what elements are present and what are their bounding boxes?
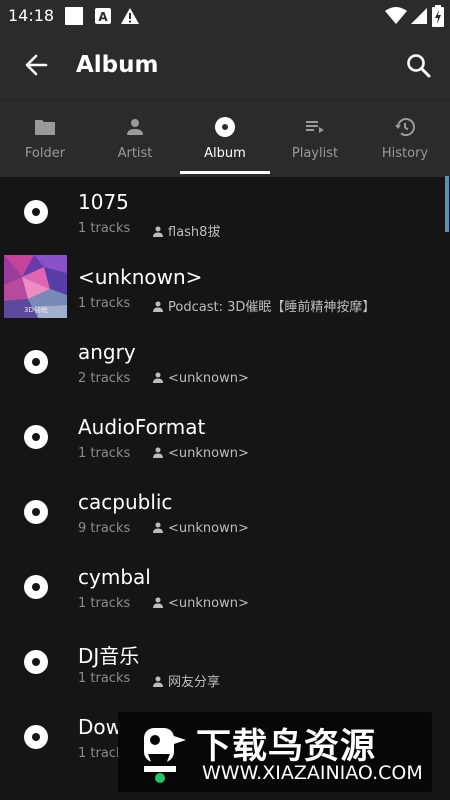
tab-label: Folder bbox=[24, 146, 66, 161]
search-icon bbox=[407, 54, 431, 78]
svg-text:A: A bbox=[98, 10, 108, 24]
album-artist: <unknown> bbox=[153, 596, 249, 611]
tab-label: Album bbox=[204, 146, 246, 161]
search-button[interactable] bbox=[398, 46, 440, 86]
person-icon bbox=[153, 372, 163, 383]
bird-logo-icon bbox=[144, 728, 186, 783]
tab-artist[interactable]: Artist bbox=[90, 101, 180, 177]
album-row[interactable]: angry 2 tracks <unknown> bbox=[0, 326, 450, 401]
album-track-count: 1 track bbox=[78, 746, 124, 761]
album-row[interactable]: cacpublic 9 tracks <unknown> bbox=[0, 476, 450, 551]
album-artist: <unknown> bbox=[153, 371, 249, 386]
album-artist-name: <unknown> bbox=[168, 446, 249, 461]
person-icon bbox=[153, 522, 163, 533]
person-icon bbox=[153, 226, 163, 237]
disc-icon bbox=[24, 725, 48, 749]
watermark-url: WWW.XIAZAINIAO.COM bbox=[202, 762, 423, 784]
app-bar: Album bbox=[0, 32, 450, 100]
watermark-overlay: 下载鸟资源 WWW.XIAZAINIAO.COM bbox=[118, 712, 432, 792]
arrow-back-icon bbox=[25, 54, 48, 76]
tab-bar: Folder Artist Album Playlist History bbox=[0, 100, 450, 177]
notification-square-icon bbox=[65, 7, 83, 25]
tab-album[interactable]: Album bbox=[180, 101, 270, 177]
tab-indicator bbox=[180, 171, 270, 174]
person-icon bbox=[153, 301, 163, 312]
disc-icon bbox=[24, 575, 48, 599]
person-icon bbox=[153, 447, 163, 458]
disc-icon bbox=[24, 425, 48, 449]
status-bar: 14:18 A bbox=[0, 0, 450, 32]
disc-icon bbox=[24, 350, 48, 374]
warning-icon bbox=[121, 8, 139, 24]
album-track-count: 1 tracks bbox=[78, 296, 131, 311]
album-title: cacpublic bbox=[78, 490, 173, 514]
tab-folder[interactable]: Folder bbox=[0, 101, 90, 177]
album-row[interactable]: 3D催眠 <unknown> 1 tracks Podcast: 3D催眠【睡前… bbox=[0, 251, 450, 326]
playlist-icon bbox=[306, 121, 324, 133]
album-title: DJ音乐 bbox=[78, 644, 140, 668]
album-track-count: 2 tracks bbox=[78, 371, 131, 386]
tab-label: History bbox=[381, 146, 429, 161]
album-title: angry bbox=[78, 340, 136, 364]
album-title: <unknown> bbox=[78, 265, 203, 289]
album-artist: <unknown> bbox=[153, 446, 249, 461]
status-time: 14:18 bbox=[8, 6, 55, 25]
album-artist-name: Podcast: 3D催眠【睡前精神按摩】 bbox=[168, 300, 376, 315]
disc-icon bbox=[24, 500, 48, 524]
tab-label: Artist bbox=[117, 146, 153, 161]
album-track-count: 1 tracks bbox=[78, 446, 131, 461]
scrollbar-thumb[interactable] bbox=[445, 176, 449, 232]
album-artist: 网友分享 bbox=[153, 671, 220, 690]
disc-icon bbox=[24, 650, 48, 674]
album-track-count: 1 tracks bbox=[78, 596, 131, 611]
disc-icon bbox=[24, 200, 48, 224]
album-list[interactable]: 1075 1 tracks flash8拔 3D催眠 <unknown> 1 t… bbox=[0, 176, 450, 800]
wifi-icon bbox=[385, 7, 407, 24]
album-artist: flash8拔 bbox=[153, 221, 220, 240]
album-row[interactable]: 1075 1 tracks flash8拔 bbox=[0, 176, 450, 251]
person-icon bbox=[153, 597, 163, 608]
album-row[interactable]: DJ音乐 1 tracks 网友分享 bbox=[0, 626, 450, 701]
album-artist: <unknown> bbox=[153, 521, 249, 536]
album-row[interactable]: cymbal 1 tracks <unknown> bbox=[0, 551, 450, 626]
battery-charging-icon bbox=[432, 5, 444, 27]
album-art-caption: 3D催眠 bbox=[24, 306, 48, 314]
tab-history[interactable]: History bbox=[360, 101, 450, 177]
album-title: AudioFormat bbox=[78, 415, 206, 439]
album-row[interactable]: AudioFormat 1 tracks <unknown> bbox=[0, 401, 450, 476]
album-artist-name: <unknown> bbox=[168, 521, 249, 536]
album-artist-name: <unknown> bbox=[168, 371, 249, 386]
album-title: 1075 bbox=[78, 190, 129, 214]
back-button[interactable] bbox=[16, 46, 56, 86]
album-artist-name: <unknown> bbox=[168, 596, 249, 611]
album-art-thumbnail: 3D催眠 bbox=[4, 255, 67, 318]
person-icon bbox=[127, 119, 143, 135]
album-artist-name: flash8拔 bbox=[168, 225, 221, 240]
album-artist: Podcast: 3D催眠【睡前精神按摩】 bbox=[153, 296, 375, 315]
tab-label: Playlist bbox=[291, 146, 339, 161]
folder-icon bbox=[35, 120, 55, 135]
person-icon bbox=[153, 676, 163, 687]
page-title: Album bbox=[76, 52, 159, 78]
signal-icon bbox=[411, 8, 427, 24]
album-title: Dow bbox=[78, 715, 122, 739]
history-icon bbox=[395, 118, 415, 137]
tab-playlist[interactable]: Playlist bbox=[270, 101, 360, 177]
album-artist-name: 网友分享 bbox=[168, 675, 221, 690]
album-title: cymbal bbox=[78, 565, 151, 589]
disc-icon bbox=[215, 117, 235, 137]
font-app-icon: A bbox=[95, 8, 111, 24]
album-track-count: 1 tracks bbox=[78, 671, 131, 686]
album-track-count: 9 tracks bbox=[78, 521, 131, 536]
album-track-count: 1 tracks bbox=[78, 221, 131, 236]
